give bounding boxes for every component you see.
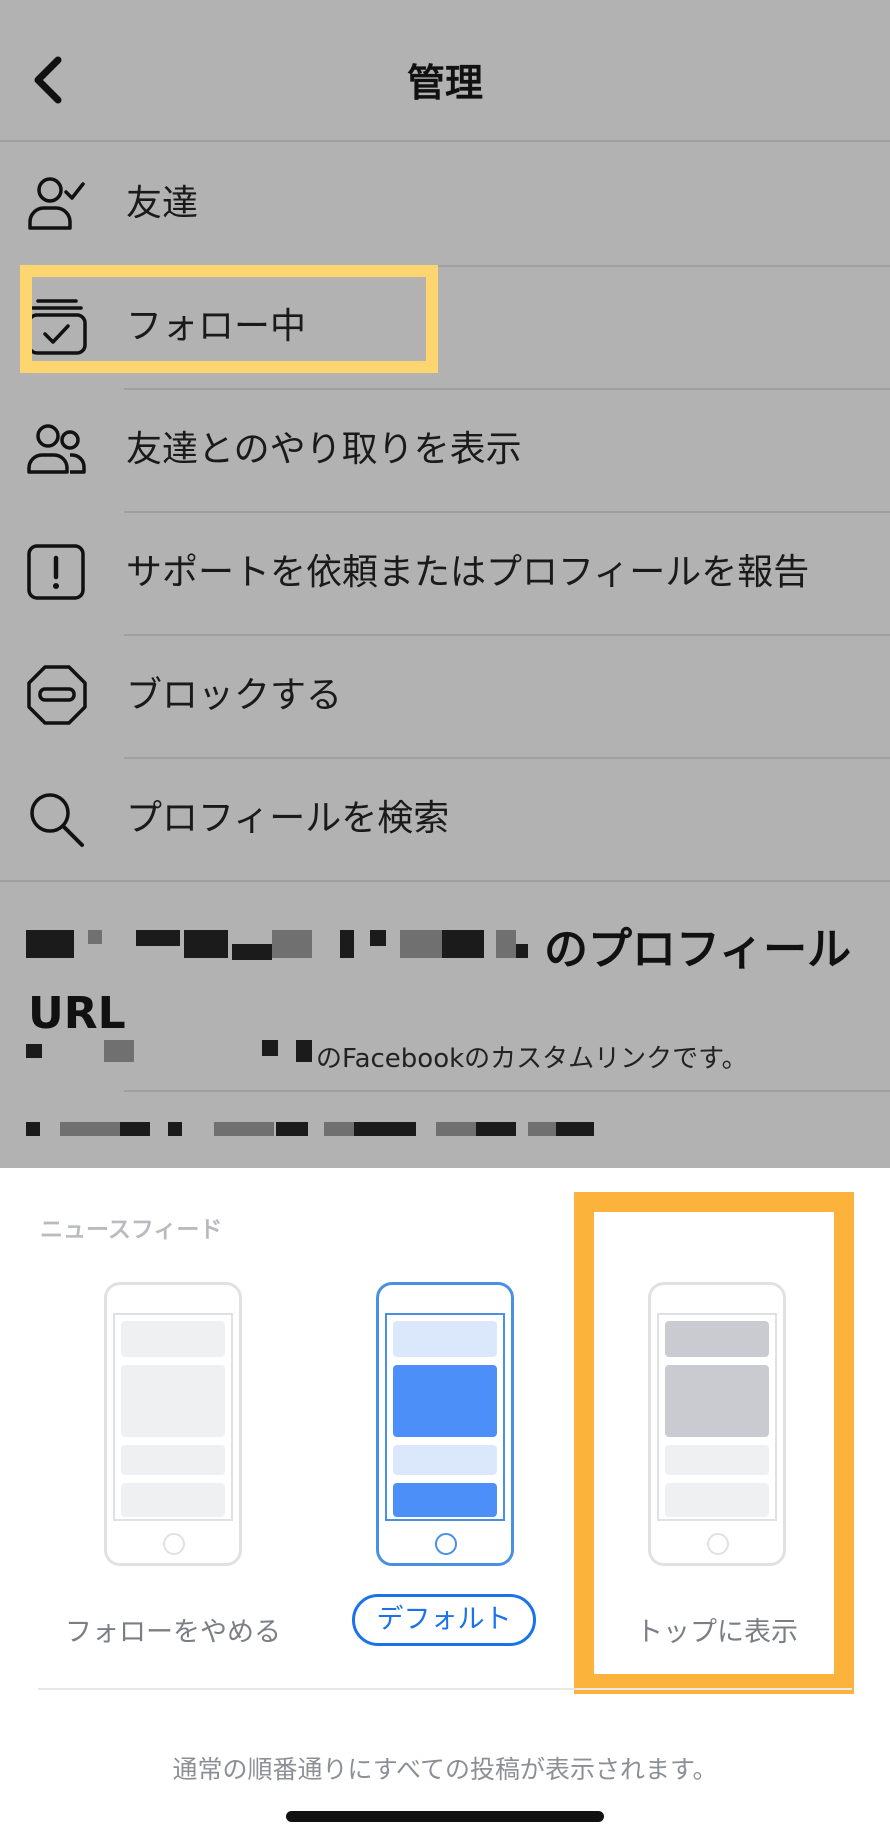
people-icon [27,424,86,474]
highlight-box-see-first [574,1192,854,1694]
highlight-box-following [20,265,438,373]
menu-item-block[interactable]: ブロックする [0,634,890,757]
person-check-icon [28,177,85,230]
home-button-icon [163,1533,185,1555]
block-octagon-icon [27,665,87,725]
menu-item-see-friendship[interactable]: 友達とのやり取りを表示 [0,388,890,511]
home-indicator[interactable] [286,1811,604,1822]
phone-default[interactable] [376,1282,514,1566]
menu-item-label: サポートを依頼またはプロフィールを報告 [126,552,810,593]
menu-item-search-profile[interactable]: プロフィールを検索 [0,757,890,880]
menu-item-label: プロフィールを検索 [126,798,450,839]
menu-item-label: ブロックする [126,675,343,716]
menu-item-support-report[interactable]: サポートを依頼またはプロフィールを報告 [0,511,890,634]
page-title: 管理 [406,61,483,105]
home-button-icon [435,1533,457,1555]
exclamation-box-icon [27,544,85,600]
option-unfollow-label[interactable]: フォローをやめる [58,1610,288,1649]
profile-url-title: のプロフィール URL [28,918,868,1046]
divider [0,880,890,882]
header: 管理 [0,0,890,140]
profile-title-line1: のプロフィール [544,924,852,975]
option-description: 通常の順番通りにすべての投稿が表示されます。 [172,1755,718,1784]
news-feed-sheet: ニュースフィード フォローをやめる デフォルト トップに表示 通常の順番通りにす… [0,1168,890,1840]
menu-item-label: 友達とのやり取りを表示 [126,429,522,470]
phone-unfollow[interactable] [104,1282,242,1566]
divider [124,1090,890,1092]
option-default-button[interactable]: デフォルト [352,1594,536,1646]
profile-title-line2: URL [28,988,126,1039]
section-label: ニュースフィード [40,1217,223,1243]
profile-url-subtitle: のFacebookのカスタムリンクです。 [316,1044,748,1074]
menu-item-label: 友達 [126,183,199,224]
search-icon [30,793,84,847]
menu-item-friends[interactable]: 友達 [0,142,890,265]
divider [38,1688,852,1690]
